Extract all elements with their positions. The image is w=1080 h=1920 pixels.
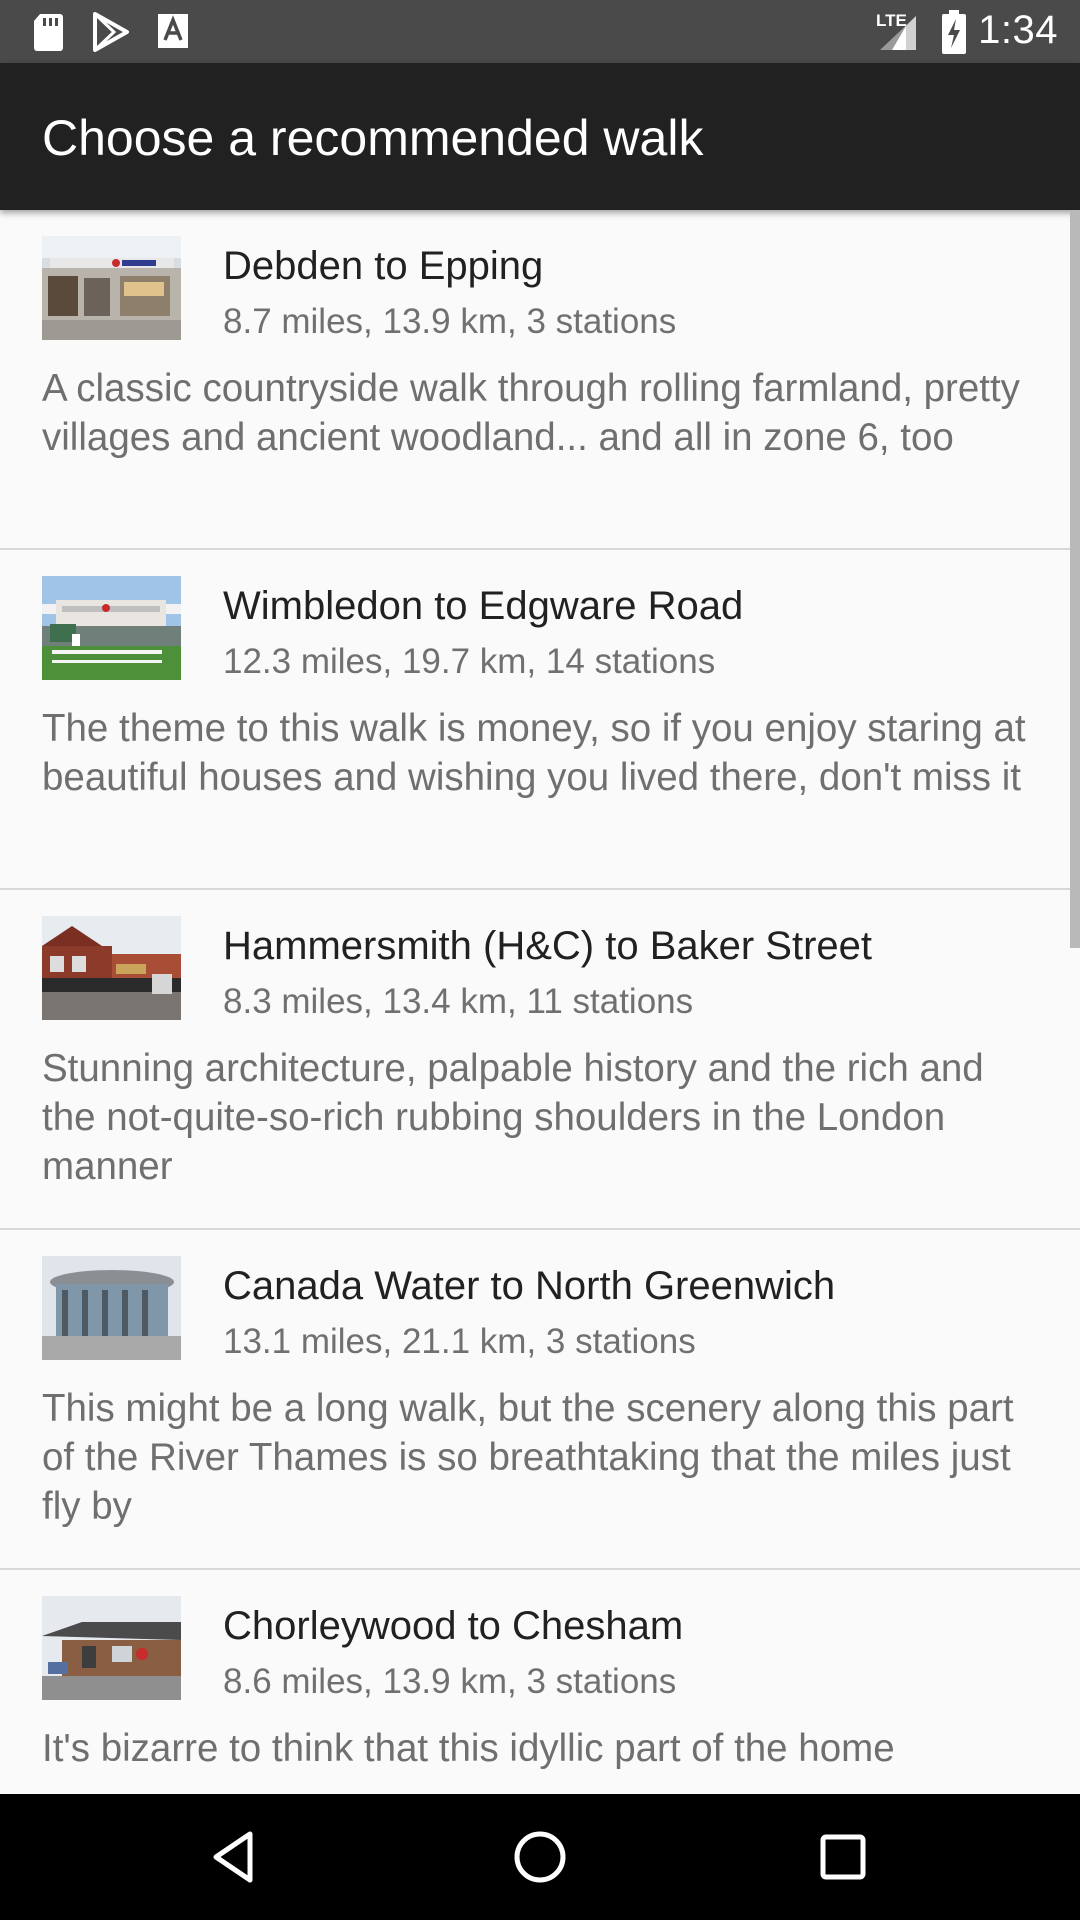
walk-name: Canada Water to North Greenwich [223, 1264, 836, 1308]
walk-name: Chorleywood to Chesham [223, 1604, 684, 1648]
sd-card-icon [34, 14, 63, 51]
walk-list-item[interactable]: Hammersmith (H&C) to Baker Street 8.3 mi… [0, 890, 1080, 1230]
clock: 1:34 [978, 8, 1058, 52]
navigation-bar [0, 1794, 1080, 1920]
walk-list-item[interactable]: Debden to Epping 8.7 miles, 13.9 km, 3 s… [0, 210, 1080, 550]
signal-icon [880, 16, 916, 50]
walk-list[interactable]: Debden to Epping 8.7 miles, 13.9 km, 3 s… [0, 210, 1080, 1794]
walk-stats: 8.6 miles, 13.9 km, 3 stations [223, 1662, 677, 1701]
walk-description: The theme to this walk is money, so if y… [42, 707, 1026, 799]
chorleywood-station-thumbnail [42, 1596, 181, 1700]
play-store-icon [93, 12, 129, 52]
list-scrollbar[interactable] [1070, 210, 1080, 948]
status-bar: LTE 1:34 [0, 0, 1080, 63]
recents-icon[interactable] [810, 1824, 876, 1890]
font-a-icon [158, 14, 188, 48]
battery-charging-icon [942, 10, 966, 54]
wimbledon-station-thumbnail [42, 576, 181, 680]
walk-list-item[interactable]: Canada Water to North Greenwich 13.1 mil… [0, 1230, 1080, 1570]
walk-name: Wimbledon to Edgware Road [223, 584, 744, 628]
canada-water-station-thumbnail [42, 1256, 181, 1360]
debden-station-thumbnail [42, 236, 181, 340]
walk-stats: 8.7 miles, 13.9 km, 3 stations [223, 302, 677, 341]
walk-name: Hammersmith (H&C) to Baker Street [223, 924, 873, 968]
walk-list-item[interactable]: Chorleywood to Chesham 8.6 miles, 13.9 k… [0, 1570, 1080, 1794]
home-icon[interactable] [507, 1824, 573, 1890]
walk-name: Debden to Epping [223, 244, 544, 288]
walk-list-item[interactable]: Wimbledon to Edgware Road 12.3 miles, 19… [0, 550, 1080, 890]
page-title: Choose a recommended walk [42, 110, 704, 166]
walk-stats: 13.1 miles, 21.1 km, 3 stations [223, 1322, 696, 1361]
walk-description: Stunning architecture, palpable history … [42, 1047, 984, 1188]
walk-stats: 12.3 miles, 19.7 km, 14 stations [223, 642, 716, 681]
app-bar: Choose a recommended walk [0, 63, 1080, 210]
walk-stats: 8.3 miles, 13.4 km, 11 stations [223, 982, 694, 1021]
walk-description: A classic countryside walk through rolli… [42, 367, 1020, 459]
hammersmith-station-thumbnail [42, 916, 181, 1020]
walk-description: This might be a long walk, but the scene… [42, 1387, 1014, 1528]
back-icon[interactable] [202, 1824, 268, 1890]
walk-description: It's bizarre to think that this idyllic … [42, 1727, 895, 1770]
